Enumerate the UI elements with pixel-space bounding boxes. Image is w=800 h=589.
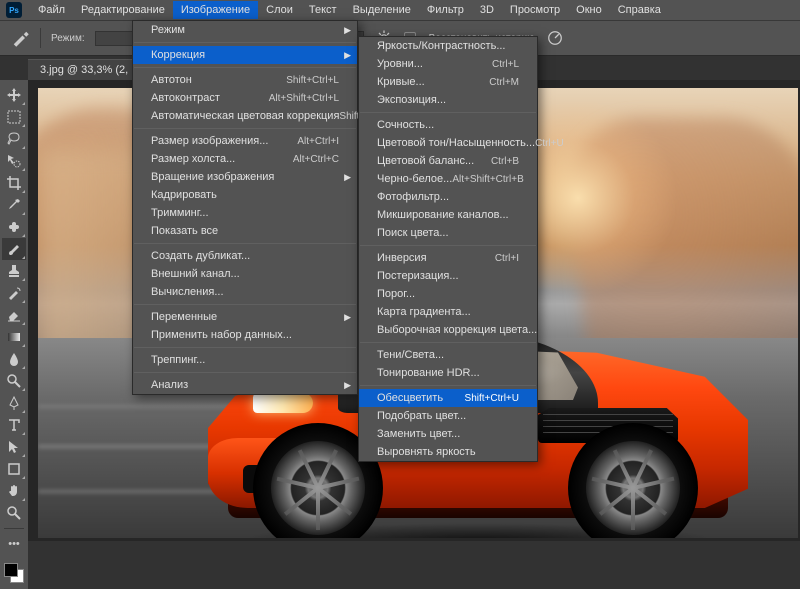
adjust-menu-item-25[interactable]: Выровнять яркость — [359, 443, 537, 461]
adjust-menu-item-2[interactable]: Кривые...Ctrl+M — [359, 73, 537, 91]
image-menu-item-6[interactable]: Автоматическая цветовая коррекцияShift+C… — [133, 107, 357, 125]
mode-label: Режим: — [51, 33, 85, 44]
image-menu-dropdown: Режим▶ Коррекция▶ АвтотонShift+Ctrl+LАвток… — [132, 20, 358, 395]
adjust-menu-item-17[interactable]: Выборочная коррекция цвета... — [359, 321, 537, 339]
adjust-menu-item-13[interactable]: ИнверсияCtrl+I — [359, 249, 537, 267]
history-brush-tool[interactable] — [2, 282, 26, 304]
adjust-menu-item-7[interactable]: Цветовой баланс...Ctrl+B — [359, 152, 537, 170]
stamp-tool[interactable] — [2, 260, 26, 282]
image-menu-item-24[interactable]: Анализ▶ — [133, 376, 357, 394]
adjust-menu-item-9[interactable]: Фотофильтр... — [359, 188, 537, 206]
adjust-menu-item-8[interactable]: Черно-белое...Alt+Shift+Ctrl+B — [359, 170, 537, 188]
adjust-menu-item-24[interactable]: Заменить цвет... — [359, 425, 537, 443]
adjust-menu-item-16[interactable]: Карта градиента... — [359, 303, 537, 321]
menu-окно[interactable]: Окно — [568, 1, 610, 19]
crop-tool[interactable] — [2, 172, 26, 194]
type-tool[interactable] — [2, 414, 26, 436]
image-menu-item-2[interactable]: Коррекция▶ — [133, 46, 357, 64]
adjust-menu-item-22[interactable]: ОбесцветитьShift+Ctrl+U — [359, 389, 537, 407]
menu-3d[interactable]: 3D — [472, 1, 502, 19]
shape-tool[interactable] — [2, 458, 26, 480]
blur-tool[interactable] — [2, 348, 26, 370]
image-menu-item-17[interactable]: Вычисления... — [133, 283, 357, 301]
image-menu-item-9[interactable]: Размер холста...Alt+Ctrl+C — [133, 150, 357, 168]
dodge-tool[interactable] — [2, 370, 26, 392]
menu-просмотр[interactable]: Просмотр — [502, 1, 568, 19]
menu-текст[interactable]: Текст — [301, 1, 345, 19]
image-menu-item-19: Переменные▶ — [133, 308, 357, 326]
menu-файл[interactable]: Файл — [30, 1, 73, 19]
image-menu-item-0[interactable]: Режим▶ — [133, 21, 357, 39]
marquee-tool[interactable] — [2, 106, 26, 128]
adjust-menu-item-5[interactable]: Сочность... — [359, 116, 537, 134]
menu-справка[interactable]: Справка — [610, 1, 669, 19]
image-menu-item-5[interactable]: АвтоконтрастAlt+Shift+Ctrl+L — [133, 89, 357, 107]
adjust-menu-item-20[interactable]: Тонирование HDR... — [359, 364, 537, 382]
menu-редактирование[interactable]: Редактирование — [73, 1, 173, 19]
eraser-tool[interactable] — [2, 304, 26, 326]
adjust-menu-item-19[interactable]: Тени/Света... — [359, 346, 537, 364]
tools-panel: ••• — [0, 80, 28, 589]
image-menu-item-8[interactable]: Размер изображения...Alt+Ctrl+I — [133, 132, 357, 150]
adjust-menu-item-14[interactable]: Постеризация... — [359, 267, 537, 285]
brush-tool[interactable] — [2, 238, 26, 260]
image-menu-item-12[interactable]: Тримминг... — [133, 204, 357, 222]
adjust-menu-item-6[interactable]: Цветовой тон/Насыщенность...Ctrl+U — [359, 134, 537, 152]
image-menu-item-11: Кадрировать — [133, 186, 357, 204]
pen-tool[interactable] — [2, 392, 26, 414]
adjust-menu-item-10[interactable]: Микширование каналов... — [359, 206, 537, 224]
image-menu-item-4[interactable]: АвтотонShift+Ctrl+L — [133, 71, 357, 89]
move-tool[interactable] — [2, 84, 26, 106]
foreground-swatch[interactable] — [4, 563, 18, 577]
healing-tool[interactable] — [2, 216, 26, 238]
app-logo: Ps — [6, 2, 22, 18]
quick-select-tool[interactable] — [2, 150, 26, 172]
adjust-menu-item-1[interactable]: Уровни...Ctrl+L — [359, 55, 537, 73]
hand-tool[interactable] — [2, 480, 26, 502]
adjust-menu-item-15[interactable]: Порог... — [359, 285, 537, 303]
adjust-menu-item-3[interactable]: Экспозиция... — [359, 91, 537, 109]
gradient-tool[interactable] — [2, 326, 26, 348]
menu-выделение[interactable]: Выделение — [345, 1, 419, 19]
zoom-tool[interactable] — [2, 502, 26, 524]
menu-слои[interactable]: Слои — [258, 1, 301, 19]
image-menu-item-20: Применить набор данных... — [133, 326, 357, 344]
path-select-tool[interactable] — [2, 436, 26, 458]
color-swatches[interactable] — [2, 561, 26, 585]
lasso-tool[interactable] — [2, 128, 26, 150]
edit-toolbar[interactable]: ••• — [2, 533, 26, 555]
image-menu-item-15[interactable]: Создать дубликат... — [133, 247, 357, 265]
adjust-menu-item-0[interactable]: Яркость/Контрастность... — [359, 37, 537, 55]
image-menu-item-13: Показать все — [133, 222, 357, 240]
menubar: Ps ФайлРедактированиеИзображениеСлоиТекс… — [0, 0, 800, 20]
pressure-icon[interactable] — [545, 28, 565, 48]
menu-фильтр[interactable]: Фильтр — [419, 1, 472, 19]
image-menu-item-22: Треппинг... — [133, 351, 357, 369]
image-menu-item-16[interactable]: Внешний канал... — [133, 265, 357, 283]
tool-preset-icon[interactable] — [10, 28, 30, 48]
eyedropper-tool[interactable] — [2, 194, 26, 216]
menu-изображение[interactable]: Изображение — [173, 1, 258, 19]
adjust-menu-item-23[interactable]: Подобрать цвет... — [359, 407, 537, 425]
adjustments-submenu-dropdown: Яркость/Контрастность...Уровни...Ctrl+LК… — [358, 36, 538, 462]
adjust-menu-item-11[interactable]: Поиск цвета... — [359, 224, 537, 242]
image-menu-item-10[interactable]: Вращение изображения▶ — [133, 168, 357, 186]
